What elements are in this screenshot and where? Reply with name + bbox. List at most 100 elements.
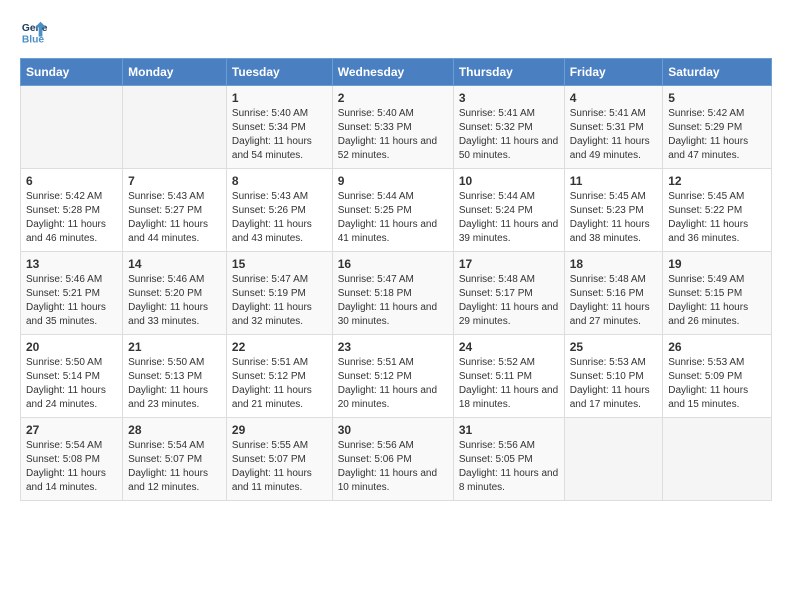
- day-number: 22: [232, 340, 327, 354]
- calendar-cell: 30 Sunrise: 5:56 AM Sunset: 5:06 PM Dayli…: [332, 418, 453, 501]
- week-row-4: 20 Sunrise: 5:50 AM Sunset: 5:14 PM Dayli…: [21, 335, 772, 418]
- logo-icon: General Blue: [20, 18, 48, 46]
- calendar-cell: [21, 86, 123, 169]
- week-row-5: 27 Sunrise: 5:54 AM Sunset: 5:08 PM Dayli…: [21, 418, 772, 501]
- calendar-cell: 11 Sunrise: 5:45 AM Sunset: 5:23 PM Dayli…: [564, 169, 663, 252]
- calendar-cell: 5 Sunrise: 5:42 AM Sunset: 5:29 PM Daylig…: [663, 86, 772, 169]
- day-number: 18: [570, 257, 658, 271]
- week-row-1: 1Sunrise: 5:40 AM Sunset: 5:34 PM Daylig…: [21, 86, 772, 169]
- calendar: SundayMondayTuesdayWednesdayThursdayFrid…: [20, 58, 772, 501]
- day-info: Sunrise: 5:45 AM Sunset: 5:22 PM Dayligh…: [668, 190, 766, 246]
- day-info: Sunrise: 5:55 AM Sunset: 5:07 PM Dayligh…: [232, 439, 327, 495]
- weekday-header-wednesday: Wednesday: [332, 59, 453, 86]
- calendar-cell: 3 Sunrise: 5:41 AM Sunset: 5:32 PM Daylig…: [453, 86, 564, 169]
- day-info: Sunrise: 5:41 AM Sunset: 5:31 PM Dayligh…: [570, 107, 658, 163]
- day-info: Sunrise: 5:46 AM Sunset: 5:21 PM Dayligh…: [26, 273, 117, 329]
- day-info: Sunrise: 5:53 AM Sunset: 5:09 PM Dayligh…: [668, 356, 766, 412]
- day-number: 4: [570, 91, 658, 105]
- day-number: 21: [128, 340, 221, 354]
- calendar-cell: 19Sunrise: 5:49 AM Sunset: 5:15 PM Dayli…: [663, 252, 772, 335]
- calendar-cell: 22 Sunrise: 5:51 AM Sunset: 5:12 PM Dayli…: [226, 335, 332, 418]
- calendar-cell: 6 Sunrise: 5:42 AM Sunset: 5:28 PM Daylig…: [21, 169, 123, 252]
- day-info: Sunrise: 5:45 AM Sunset: 5:23 PM Dayligh…: [570, 190, 658, 246]
- calendar-cell: 27 Sunrise: 5:54 AM Sunset: 5:08 PM Dayli…: [21, 418, 123, 501]
- calendar-cell: 23Sunrise: 5:51 AM Sunset: 5:12 PM Dayli…: [332, 335, 453, 418]
- day-info: Sunrise: 5:40 AM Sunset: 5:34 PM Dayligh…: [232, 107, 327, 163]
- day-info: Sunrise: 5:44 AM Sunset: 5:24 PM Dayligh…: [459, 190, 559, 246]
- day-info: Sunrise: 5:56 AM Sunset: 5:05 PM Dayligh…: [459, 439, 559, 495]
- day-number: 20: [26, 340, 117, 354]
- day-info: Sunrise: 5:47 AM Sunset: 5:19 PM Dayligh…: [232, 273, 327, 329]
- day-info: Sunrise: 5:48 AM Sunset: 5:17 PM Dayligh…: [459, 273, 559, 329]
- day-number: 29: [232, 423, 327, 437]
- calendar-cell: 1Sunrise: 5:40 AM Sunset: 5:34 PM Daylig…: [226, 86, 332, 169]
- day-info: Sunrise: 5:52 AM Sunset: 5:11 PM Dayligh…: [459, 356, 559, 412]
- day-number: 24: [459, 340, 559, 354]
- day-info: Sunrise: 5:48 AM Sunset: 5:16 PM Dayligh…: [570, 273, 658, 329]
- day-number: 26: [668, 340, 766, 354]
- calendar-cell: 16 Sunrise: 5:47 AM Sunset: 5:18 PM Dayli…: [332, 252, 453, 335]
- day-number: 19: [668, 257, 766, 271]
- day-info: Sunrise: 5:50 AM Sunset: 5:13 PM Dayligh…: [128, 356, 221, 412]
- day-number: 17: [459, 257, 559, 271]
- calendar-cell: [663, 418, 772, 501]
- calendar-cell: 7 Sunrise: 5:43 AM Sunset: 5:27 PM Daylig…: [123, 169, 227, 252]
- calendar-cell: 12 Sunrise: 5:45 AM Sunset: 5:22 PM Dayli…: [663, 169, 772, 252]
- day-info: Sunrise: 5:43 AM Sunset: 5:26 PM Dayligh…: [232, 190, 327, 246]
- day-number: 30: [338, 423, 448, 437]
- calendar-cell: 10 Sunrise: 5:44 AM Sunset: 5:24 PM Dayli…: [453, 169, 564, 252]
- calendar-cell: [123, 86, 227, 169]
- day-info: Sunrise: 5:46 AM Sunset: 5:20 PM Dayligh…: [128, 273, 221, 329]
- day-info: Sunrise: 5:50 AM Sunset: 5:14 PM Dayligh…: [26, 356, 117, 412]
- day-info: Sunrise: 5:42 AM Sunset: 5:29 PM Dayligh…: [668, 107, 766, 163]
- calendar-cell: 15Sunrise: 5:47 AM Sunset: 5:19 PM Dayli…: [226, 252, 332, 335]
- day-info: Sunrise: 5:54 AM Sunset: 5:08 PM Dayligh…: [26, 439, 117, 495]
- day-info: Sunrise: 5:51 AM Sunset: 5:12 PM Dayligh…: [232, 356, 327, 412]
- calendar-cell: 13 Sunrise: 5:46 AM Sunset: 5:21 PM Dayli…: [21, 252, 123, 335]
- header: General Blue: [20, 20, 772, 48]
- day-number: 3: [459, 91, 559, 105]
- calendar-cell: 4 Sunrise: 5:41 AM Sunset: 5:31 PM Daylig…: [564, 86, 663, 169]
- weekday-header-monday: Monday: [123, 59, 227, 86]
- calendar-cell: 9Sunrise: 5:44 AM Sunset: 5:25 PM Daylig…: [332, 169, 453, 252]
- day-number: 10: [459, 174, 559, 188]
- weekday-header-row: SundayMondayTuesdayWednesdayThursdayFrid…: [21, 59, 772, 86]
- day-info: Sunrise: 5:56 AM Sunset: 5:06 PM Dayligh…: [338, 439, 448, 495]
- calendar-cell: 31 Sunrise: 5:56 AM Sunset: 5:05 PM Dayli…: [453, 418, 564, 501]
- day-number: 12: [668, 174, 766, 188]
- day-number: 6: [26, 174, 117, 188]
- day-info: Sunrise: 5:42 AM Sunset: 5:28 PM Dayligh…: [26, 190, 117, 246]
- weekday-header-friday: Friday: [564, 59, 663, 86]
- day-info: Sunrise: 5:43 AM Sunset: 5:27 PM Dayligh…: [128, 190, 221, 246]
- calendar-cell: 8Sunrise: 5:43 AM Sunset: 5:26 PM Daylig…: [226, 169, 332, 252]
- day-info: Sunrise: 5:53 AM Sunset: 5:10 PM Dayligh…: [570, 356, 658, 412]
- day-number: 25: [570, 340, 658, 354]
- calendar-cell: 17 Sunrise: 5:48 AM Sunset: 5:17 PM Dayli…: [453, 252, 564, 335]
- calendar-cell: 28Sunrise: 5:54 AM Sunset: 5:07 PM Dayli…: [123, 418, 227, 501]
- day-number: 31: [459, 423, 559, 437]
- weekday-header-sunday: Sunday: [21, 59, 123, 86]
- calendar-cell: 26 Sunrise: 5:53 AM Sunset: 5:09 PM Dayli…: [663, 335, 772, 418]
- day-info: Sunrise: 5:44 AM Sunset: 5:25 PM Dayligh…: [338, 190, 448, 246]
- calendar-cell: 18 Sunrise: 5:48 AM Sunset: 5:16 PM Dayli…: [564, 252, 663, 335]
- week-row-3: 13 Sunrise: 5:46 AM Sunset: 5:21 PM Dayli…: [21, 252, 772, 335]
- day-number: 28: [128, 423, 221, 437]
- day-number: 16: [338, 257, 448, 271]
- day-number: 2: [338, 91, 448, 105]
- calendar-cell: 2 Sunrise: 5:40 AM Sunset: 5:33 PM Daylig…: [332, 86, 453, 169]
- day-number: 14: [128, 257, 221, 271]
- day-number: 13: [26, 257, 117, 271]
- logo: General Blue: [20, 20, 50, 48]
- calendar-cell: 29 Sunrise: 5:55 AM Sunset: 5:07 PM Dayli…: [226, 418, 332, 501]
- weekday-header-saturday: Saturday: [663, 59, 772, 86]
- day-info: Sunrise: 5:40 AM Sunset: 5:33 PM Dayligh…: [338, 107, 448, 163]
- weekday-header-tuesday: Tuesday: [226, 59, 332, 86]
- day-number: 7: [128, 174, 221, 188]
- day-number: 5: [668, 91, 766, 105]
- day-number: 23: [338, 340, 448, 354]
- day-number: 11: [570, 174, 658, 188]
- calendar-cell: 24 Sunrise: 5:52 AM Sunset: 5:11 PM Dayli…: [453, 335, 564, 418]
- day-number: 27: [26, 423, 117, 437]
- day-info: Sunrise: 5:47 AM Sunset: 5:18 PM Dayligh…: [338, 273, 448, 329]
- day-info: Sunrise: 5:41 AM Sunset: 5:32 PM Dayligh…: [459, 107, 559, 163]
